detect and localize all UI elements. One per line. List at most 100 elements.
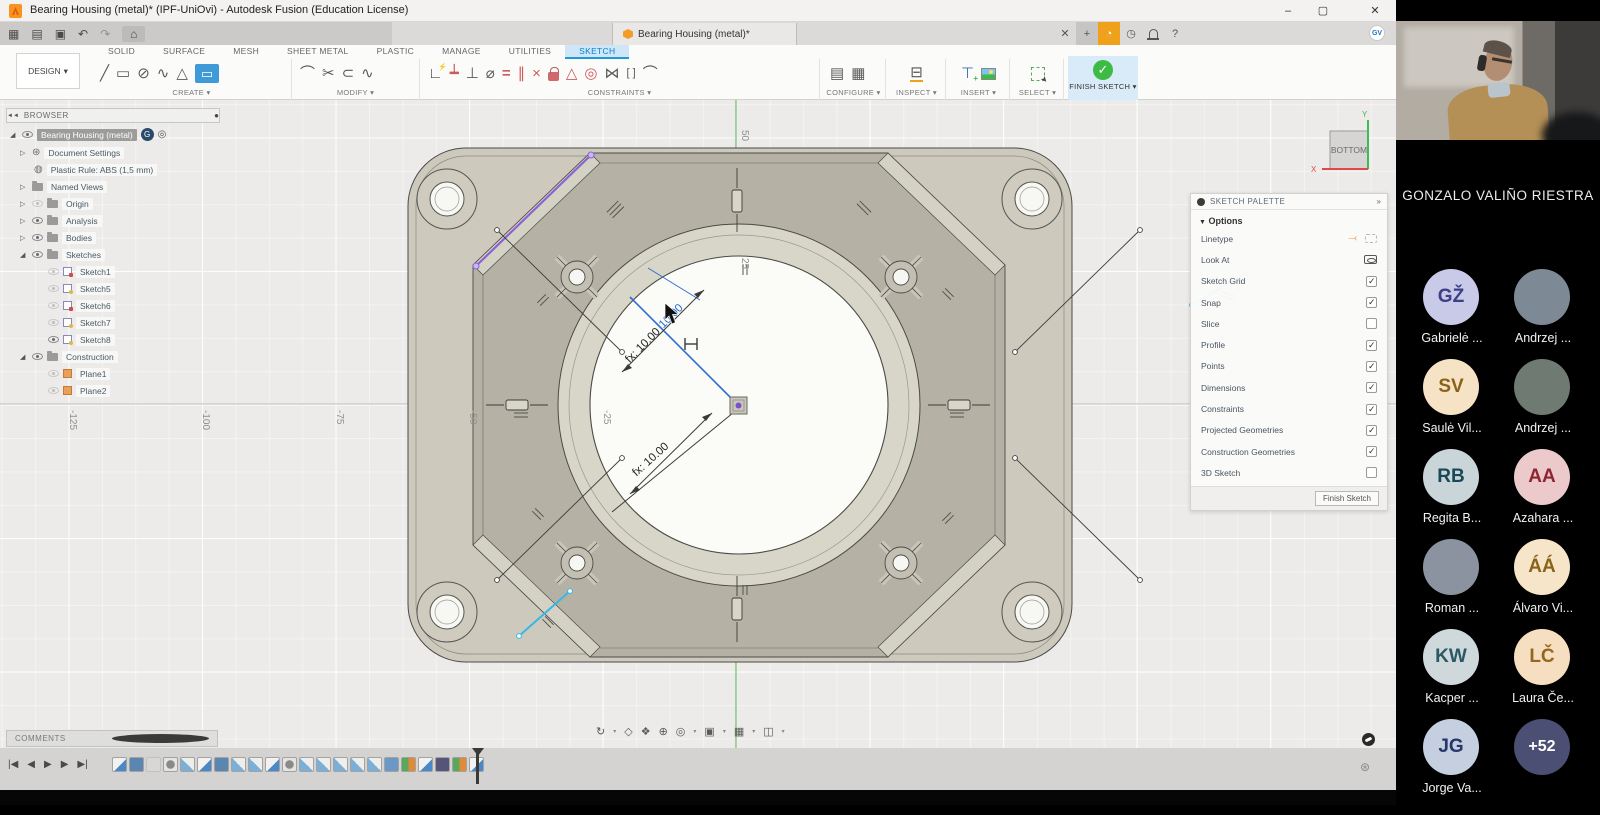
timeline-feature-icon-sketch[interactable] bbox=[265, 757, 280, 772]
timeline-gear-icon[interactable]: ⊛ bbox=[1360, 760, 1370, 774]
insert-image-icon[interactable] bbox=[981, 68, 996, 80]
go-to-end-button[interactable]: ▶| bbox=[77, 759, 87, 770]
speaker-video-tile[interactable]: GONZALO VALIÑO RIESTRA bbox=[1396, 0, 1600, 218]
snap-checkbox[interactable] bbox=[1366, 297, 1377, 308]
fillet-tool-icon[interactable]: ⌒ bbox=[300, 66, 315, 81]
constraints-checkbox[interactable] bbox=[1366, 404, 1377, 415]
origin-marker[interactable] bbox=[730, 397, 747, 414]
ground-badge-icon[interactable]: G bbox=[141, 128, 154, 141]
configure-group-label[interactable]: CONFIGURE ▾ bbox=[822, 88, 885, 97]
step-forward-button[interactable]: ▶ bbox=[61, 759, 69, 770]
browser-row-sketches[interactable]: ◢Sketches bbox=[20, 247, 105, 262]
visibility-eye-icon[interactable] bbox=[48, 285, 59, 292]
visibility-eye-icon[interactable] bbox=[48, 370, 59, 377]
participant-tile[interactable]: RB Regita B... bbox=[1423, 449, 1481, 545]
circle-tool-icon[interactable]: ⊘ bbox=[137, 66, 150, 81]
browser-row-sketch1[interactable]: Sketch1 bbox=[48, 264, 115, 279]
inspect-group-label[interactable]: INSPECT ▾ bbox=[888, 88, 945, 97]
view-cube[interactable]: BOTTOM Y X bbox=[1311, 110, 1368, 174]
fix-lock-icon[interactable] bbox=[548, 72, 559, 81]
pan-icon[interactable]: ❖ bbox=[641, 725, 651, 738]
browser-options-icon[interactable]: ● bbox=[214, 111, 219, 120]
browser-row-origin[interactable]: ▷Origin bbox=[20, 196, 93, 211]
participant-tile[interactable]: SV Saulė Vil... bbox=[1423, 359, 1481, 455]
tab-manage[interactable]: MANAGE bbox=[428, 45, 495, 59]
new-tab-icon[interactable]: + bbox=[1076, 22, 1098, 45]
dimensions-checkbox[interactable] bbox=[1366, 382, 1377, 393]
timeline-feature-icon-extrude[interactable] bbox=[129, 757, 144, 772]
visibility-eye-icon[interactable] bbox=[48, 336, 59, 343]
sketch-grid-checkbox[interactable] bbox=[1366, 276, 1377, 287]
visibility-eye-icon[interactable] bbox=[48, 387, 59, 394]
offset-tool-icon[interactable]: ⊂ bbox=[342, 66, 355, 81]
timeline-feature-icon-disabled[interactable] bbox=[146, 757, 161, 772]
active-rectangle-tool-icon[interactable]: ▭ bbox=[195, 64, 219, 83]
visibility-eye-icon[interactable] bbox=[48, 319, 59, 326]
participant-tile[interactable]: Andrzej ... bbox=[1514, 269, 1572, 365]
construction-linetype-icon[interactable]: ⤙ bbox=[1348, 232, 1357, 245]
close-button[interactable]: ✕ bbox=[1360, 3, 1390, 19]
profile-checkbox[interactable] bbox=[1366, 340, 1377, 351]
tangent-constraint-icon[interactable]: ⌀ bbox=[486, 66, 495, 81]
step-back-button[interactable]: ◀ bbox=[27, 759, 35, 770]
browser-row-construction[interactable]: ◢Construction bbox=[20, 349, 118, 364]
normal-linetype-icon[interactable] bbox=[1365, 234, 1377, 243]
browser-row-plastic-rule[interactable]: ◍Plastic Rule: ABS (1,5 mm) bbox=[34, 162, 157, 177]
sketch-dimension-icon[interactable]: ∟ bbox=[428, 66, 443, 81]
user-avatar[interactable]: GV bbox=[1369, 25, 1385, 41]
perpendicular-constraint-icon[interactable]: ⊥ bbox=[466, 66, 479, 81]
palette-options-section[interactable]: ▼ Options bbox=[1191, 210, 1387, 228]
timeline-feature-icon-fillet[interactable] bbox=[333, 757, 348, 772]
trim-scissors-icon[interactable]: ✂ bbox=[322, 66, 335, 81]
target-icon[interactable]: ◎ bbox=[158, 129, 167, 140]
curve-tool-icon[interactable]: ∿ bbox=[361, 66, 374, 81]
browser-row-sketch7[interactable]: Sketch7 bbox=[48, 315, 115, 330]
tab-sketch[interactable]: SKETCH bbox=[565, 45, 629, 59]
cone-tool-icon[interactable]: △ bbox=[176, 66, 188, 81]
bearing-housing-plate[interactable]: fx: 10.00 10.00 fx: 10.00 bbox=[67, 110, 1368, 662]
timeline-feature-icon-combine[interactable] bbox=[452, 757, 467, 772]
recent-clock-icon[interactable]: ◷ bbox=[1120, 22, 1142, 45]
tab-plastic[interactable]: PLASTIC bbox=[363, 45, 429, 59]
symmetry-constraint-icon[interactable]: ⋈ bbox=[605, 66, 620, 81]
browser-row-document-settings[interactable]: ▷⊛Document Settings bbox=[20, 145, 124, 160]
insert-fastener-icon[interactable]: ⊤ bbox=[961, 66, 974, 81]
tab-mesh[interactable]: MESH bbox=[219, 45, 273, 59]
curvature-constraint-icon[interactable]: ⌒ bbox=[643, 66, 658, 81]
app-grid-icon[interactable]: ▦ bbox=[8, 28, 19, 40]
constraints-group-label[interactable]: CONSTRAINTS ▾ bbox=[420, 88, 819, 97]
minimize-button[interactable]: – bbox=[1273, 3, 1303, 19]
coincident-constraint-icon[interactable]: ┷ bbox=[450, 66, 459, 81]
concentric-constraint-icon[interactable]: ◎ bbox=[584, 66, 597, 81]
tab-utilities[interactable]: UTILITIES bbox=[495, 45, 565, 59]
measure-tool-icon[interactable]: ⊟ bbox=[910, 65, 923, 82]
look-at-nav-icon[interactable]: ◇ bbox=[624, 725, 632, 738]
angle-constraint-icon[interactable]: × bbox=[532, 66, 541, 81]
participant-tile[interactable]: ÁÁ Álvaro Vi... bbox=[1514, 539, 1572, 635]
browser-header[interactable]: ◄◄ BROWSER ● bbox=[6, 108, 220, 123]
timeline-feature-icon-fillet[interactable] bbox=[367, 757, 382, 772]
visibility-eye-icon[interactable] bbox=[32, 200, 43, 207]
browser-row-bodies[interactable]: ▷Bodies bbox=[20, 230, 96, 245]
visibility-eye-icon[interactable] bbox=[22, 131, 33, 138]
finish-sketch-palette-button[interactable]: Finish Sketch bbox=[1315, 491, 1379, 506]
comments-options-icon[interactable] bbox=[112, 734, 209, 743]
redo-icon[interactable]: ↷ bbox=[100, 28, 110, 40]
slice-checkbox[interactable] bbox=[1366, 318, 1377, 329]
collinear-constraint-icon[interactable]: [ ] bbox=[627, 68, 636, 79]
config-table-icon[interactable]: ▦ bbox=[851, 66, 865, 81]
browser-row-analysis[interactable]: ▷Analysis bbox=[20, 213, 102, 228]
orbit-icon[interactable]: ↻ bbox=[596, 725, 605, 738]
timeline-feature-icon-fillet[interactable] bbox=[316, 757, 331, 772]
create-group-label[interactable]: CREATE ▾ bbox=[92, 88, 291, 97]
participant-tile[interactable]: GŽ Gabrielė ... bbox=[1423, 269, 1481, 365]
modify-group-label[interactable]: MODIFY ▾ bbox=[292, 88, 419, 97]
participant-tile[interactable]: JG Jorge Va... bbox=[1423, 719, 1481, 815]
notification-bubble-icon[interactable] bbox=[1362, 733, 1375, 746]
timeline-position-marker[interactable] bbox=[476, 750, 479, 784]
browser-row-plane1[interactable]: Plane1 bbox=[48, 366, 110, 381]
zoom-icon[interactable]: ⊕ bbox=[659, 725, 668, 738]
visibility-eye-icon[interactable] bbox=[32, 251, 43, 258]
finish-sketch-button[interactable]: ✓ FINISH SKETCH ▾ bbox=[1068, 56, 1138, 100]
tab-solid[interactable]: SOLID bbox=[94, 45, 149, 59]
